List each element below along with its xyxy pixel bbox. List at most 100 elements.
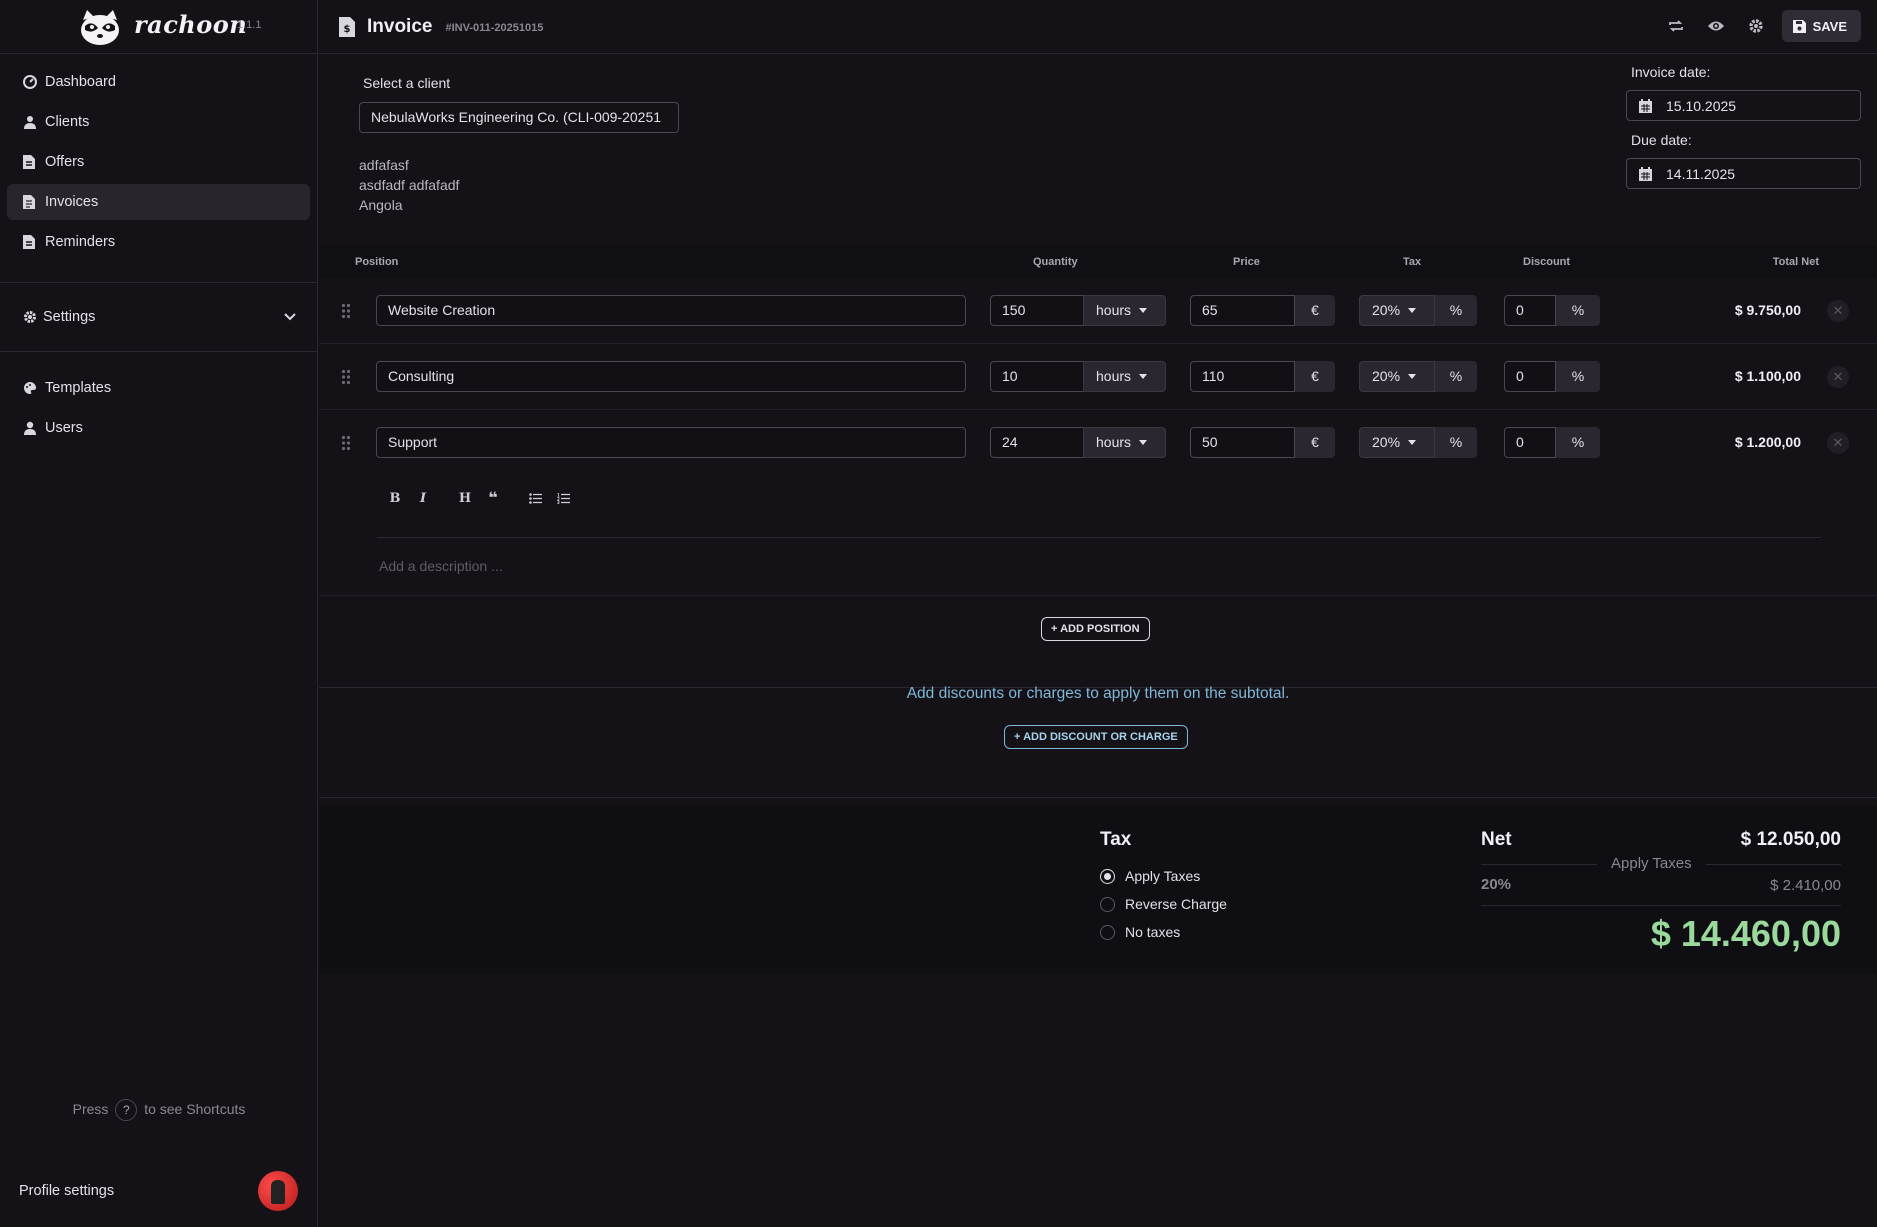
tax-select[interactable]: 20% [1359, 427, 1435, 458]
ordered-list-icon: 123 [557, 493, 570, 504]
sidebar-item-invoices[interactable]: Invoices [7, 184, 310, 220]
svg-text:3: 3 [557, 500, 560, 504]
brand[interactable]: rachoon 1.1.1 [0, 0, 317, 54]
sidebar-item-label: Clients [45, 114, 90, 130]
quantity-input[interactable]: 150 [990, 295, 1084, 326]
radio-no-taxes[interactable]: No taxes [1100, 924, 1180, 940]
grand-total: $ 14.460,00 [1650, 913, 1841, 954]
position-title-input[interactable]: Support [376, 427, 966, 458]
calendar-icon [1639, 166, 1652, 181]
client-section: Select a client NebulaWorks Engineering … [319, 55, 1877, 245]
bold-button[interactable]: B [381, 486, 409, 510]
sidebar-item-reminders[interactable]: Reminders [7, 224, 310, 260]
radio-label: No taxes [1125, 924, 1181, 940]
position-title-input[interactable]: Website Creation [376, 295, 966, 326]
tax-amount: $ 2.410,00 [1770, 877, 1841, 894]
user-icon [23, 421, 37, 435]
caret-down-icon [1139, 374, 1148, 379]
price-input[interactable]: 50 [1190, 427, 1295, 458]
file-icon [23, 155, 37, 169]
invoice-date-value: 15.10.2025 [1666, 97, 1737, 114]
client-select[interactable]: NebulaWorks Engineering Co. (CLI-009-202… [359, 102, 679, 133]
table-row: Consulting 10 hours 110 € 20% % 0 % $ 1.… [319, 344, 1877, 410]
heading-button[interactable]: H [451, 486, 479, 510]
plus-icon: + [1014, 731, 1021, 743]
radio-reverse-charge[interactable]: Reverse Charge [1100, 896, 1227, 912]
radio-checked-icon [1100, 868, 1115, 884]
save-button[interactable]: SAVE [1781, 10, 1861, 42]
settings-button[interactable] [1740, 10, 1772, 42]
repeat-icon [1668, 20, 1683, 32]
drag-handle-icon[interactable] [341, 303, 351, 319]
caret-down-icon [1139, 440, 1148, 445]
sidebar-item-settings[interactable]: Settings [0, 291, 317, 343]
remove-row-button[interactable]: ✕ [1827, 300, 1849, 322]
table-row: Support 24 hours 50 € 20% % 0 % $ 1.200,… [319, 410, 1877, 476]
discount-input[interactable]: 0 [1504, 427, 1556, 458]
shortcut-post: to see Shortcuts [144, 1101, 246, 1117]
avatar[interactable] [258, 1171, 298, 1211]
sidebar-item-label: Dashboard [45, 74, 116, 90]
invoice-icon: $ [339, 16, 355, 37]
tax-select[interactable]: 20% [1359, 361, 1435, 392]
italic-button[interactable]: I [409, 486, 437, 510]
drag-handle-icon[interactable] [341, 369, 351, 385]
italic-icon: I [419, 490, 427, 506]
sidebar-item-dashboard[interactable]: Dashboard [7, 64, 310, 100]
sidebar-item-templates[interactable]: Templates [7, 370, 310, 406]
bullet-list-button[interactable] [521, 486, 549, 510]
remove-row-button[interactable]: ✕ [1827, 366, 1849, 388]
caret-down-icon [1408, 308, 1417, 313]
position-title-input[interactable]: Consulting [376, 361, 966, 392]
remove-row-button[interactable]: ✕ [1827, 432, 1849, 454]
eye-icon [1707, 21, 1724, 31]
convert-button[interactable] [1660, 10, 1692, 42]
sidebar-item-offers[interactable]: Offers [7, 144, 310, 180]
quote-button[interactable]: ❝ [479, 486, 507, 510]
tax-select[interactable]: 20% [1359, 295, 1435, 326]
description-input[interactable]: Add a description ... [379, 558, 503, 574]
quantity-input[interactable]: 24 [990, 427, 1084, 458]
header-tax: Tax [1403, 256, 1422, 268]
editor-toolbar: B I H ❝ 123 [381, 486, 577, 510]
invoice-date-input[interactable]: 15.10.2025 [1626, 90, 1861, 121]
client-label: Select a client [363, 75, 451, 91]
add-position-button[interactable]: + ADD POSITION [1041, 617, 1150, 641]
calendar-icon [1639, 98, 1652, 113]
profile-settings[interactable]: Profile settings [0, 1168, 318, 1214]
price-input[interactable]: 110 [1190, 361, 1295, 392]
gear-icon [23, 310, 37, 324]
client-address: adfafasf asdfadf adfafadf Angola [359, 155, 459, 215]
caret-down-icon [1139, 308, 1148, 313]
percent-addon: % [1435, 427, 1477, 458]
discount-input[interactable]: 0 [1504, 361, 1556, 392]
divider [0, 282, 317, 283]
net-value: $ 12.050,00 [1740, 829, 1841, 850]
profile-settings-label[interactable]: Profile settings [19, 1183, 114, 1199]
sidebar-item-users[interactable]: Users [7, 410, 310, 446]
unit-select[interactable]: hours [1083, 427, 1166, 458]
unit-select[interactable]: hours [1083, 295, 1166, 326]
price-input[interactable]: 65 [1190, 295, 1295, 326]
sidebar-item-clients[interactable]: Clients [7, 104, 310, 140]
currency-addon: € [1295, 427, 1335, 458]
header-price: Price [1233, 256, 1260, 268]
shortcut-key[interactable]: ? [115, 1099, 138, 1121]
address-line: asdfadf adfafadf [359, 177, 460, 193]
chevron-down-icon[interactable] [283, 312, 297, 322]
ordered-list-button[interactable]: 123 [549, 486, 577, 510]
unit-select[interactable]: hours [1083, 361, 1166, 392]
tax-title: Tax [1100, 829, 1132, 850]
discount-input[interactable]: 0 [1504, 295, 1556, 326]
save-label: SAVE [1812, 18, 1847, 34]
add-discount-charge-button[interactable]: + ADD DISCOUNT OR CHARGE [1004, 725, 1188, 749]
add-position-label: ADD POSITION [1060, 623, 1140, 635]
drag-handle-icon[interactable] [341, 435, 351, 451]
quantity-input[interactable]: 10 [990, 361, 1084, 392]
radio-apply-taxes[interactable]: Apply Taxes [1100, 868, 1200, 884]
preview-button[interactable] [1700, 10, 1732, 42]
due-date-input[interactable]: 14.11.2025 [1626, 158, 1861, 189]
percent-addon: % [1556, 361, 1600, 392]
row-total-net: $ 9.750,00 [1734, 302, 1801, 318]
plus-icon: + [1051, 623, 1058, 635]
